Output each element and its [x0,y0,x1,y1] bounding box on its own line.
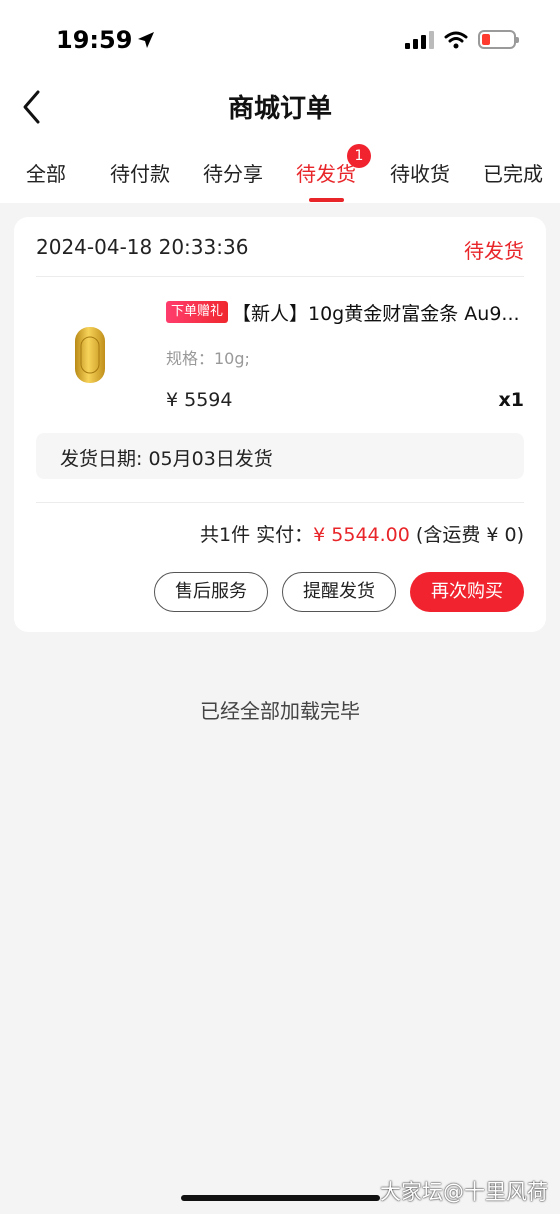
product-name[interactable]: 【新人】10g黄金财富金条 Au9... [232,299,532,326]
shipping-date: 发货日期: 05月03日发货 [60,448,273,470]
buy-again-button[interactable]: 再次购买 [410,572,524,612]
shipping-info: 发货日期: 05月03日发货 [36,433,524,479]
status-icons [405,30,519,49]
tab-pending-shipment[interactable]: 待发货 [296,158,356,187]
after-sales-button[interactable]: 售后服务 [154,572,268,612]
active-tab-indicator [309,198,344,202]
status-time: 19:59 [56,26,156,54]
cellular-signal-icon [405,30,434,49]
promo-tag: 下单赠礼 [166,301,229,323]
tab-badge: 1 [347,144,371,168]
shipping-fee: (含运费 ¥ 0) [415,524,524,546]
tab-pending-receipt[interactable]: 待收货 [390,158,450,187]
divider [36,276,524,277]
battery-icon [478,30,519,49]
tab-all[interactable]: 全部 [26,158,66,187]
battery-level [482,34,490,45]
load-complete-text: 已经全部加载完毕 [200,699,360,723]
order-tabs: 全部 待付款 待分享 待发货 待收货 已完成 [0,150,560,203]
header: 19:59 商城订单 全部 待付款 待分享 待发货 待收货 已完成 1 [0,0,560,203]
divider [36,502,524,503]
tab-pending-payment[interactable]: 待付款 [110,158,170,187]
tab-pending-share[interactable]: 待分享 [203,158,263,187]
wifi-icon [444,31,468,48]
order-total: 共1件 实付：¥ 5544.00 (含运费 ¥ 0) [200,520,524,547]
order-card: 2024-04-18 20:33:36 待发货 下单赠礼 【新人】10g黄金财富… [14,217,546,632]
order-datetime: 2024-04-18 20:33:36 [36,235,249,259]
order-status: 待发货 [464,239,524,263]
product-price: ¥ 5594 [166,389,233,411]
watermark: 大家坛@十里风荷 [380,1180,548,1204]
status-time-text: 19:59 [56,26,133,54]
remind-ship-button[interactable]: 提醒发货 [282,572,396,612]
page-title: 商城订单 [227,94,332,124]
total-count-label: 共1件 实付： [200,524,314,546]
product-spec: 规格：10g; [166,349,250,368]
home-indicator[interactable] [181,1195,380,1201]
total-amount: ¥ 5544.00 [313,524,410,546]
product-quantity: x1 [498,389,524,411]
gold-bar-thumbnail[interactable] [72,325,108,385]
location-arrow-icon [138,32,155,48]
tab-completed[interactable]: 已完成 [483,158,543,187]
